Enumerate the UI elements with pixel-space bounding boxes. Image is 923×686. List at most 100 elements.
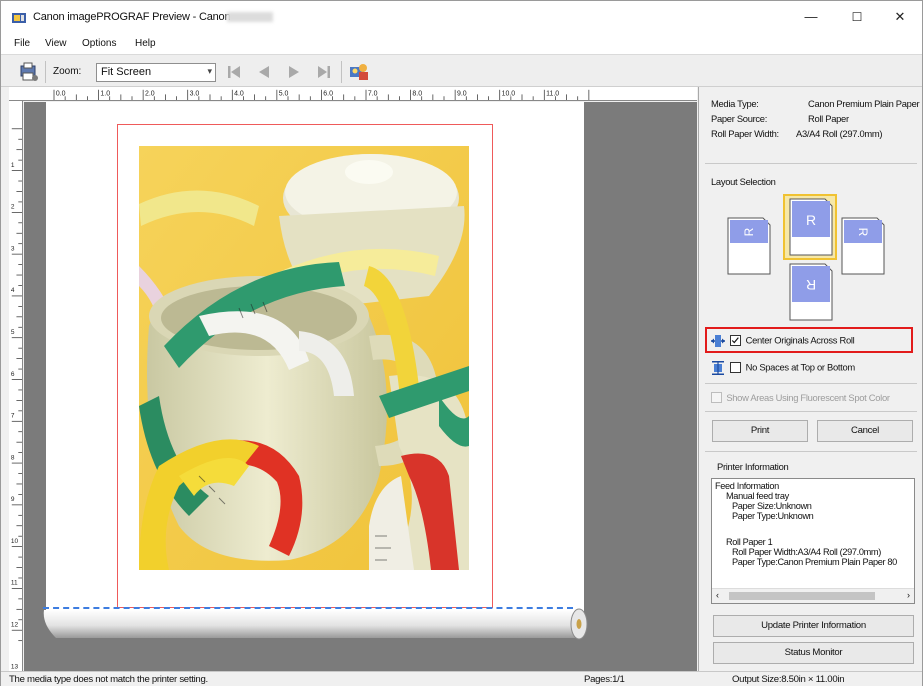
layout-people-icon[interactable]	[349, 62, 371, 82]
center-originals-checkbox[interactable]	[730, 334, 742, 346]
printer-info-line: Paper Size:Unknown	[732, 501, 812, 511]
divider	[705, 383, 917, 384]
first-page-icon[interactable]	[226, 64, 242, 80]
printer-info-line: Paper Type:Canon Premium Plain Paper 80	[732, 557, 897, 567]
printer-settings-icon[interactable]	[19, 62, 39, 82]
ruler-label: 2.0	[145, 90, 155, 97]
zoom-label: Zoom:	[53, 66, 82, 77]
ruler-label: 3	[11, 245, 15, 252]
layout-option-upright[interactable]: R	[789, 198, 833, 256]
menu-options[interactable]: Options	[82, 38, 116, 49]
ruler-label: 4	[11, 287, 15, 294]
center-originals-option[interactable]: Center Originals Across Roll	[711, 334, 855, 348]
no-spaces-option[interactable]: No Spaces at Top or Bottom	[711, 361, 855, 375]
roll-paper-end	[43, 608, 588, 640]
ruler-label: 1.0	[100, 90, 110, 97]
ruler-label: 5	[11, 329, 15, 336]
ruler-label: 7.0	[368, 90, 378, 97]
print-button[interactable]: Print	[712, 420, 808, 442]
next-page-icon[interactable]	[286, 64, 302, 80]
menu-file[interactable]: File	[14, 38, 30, 49]
ruler-label: 9.0	[457, 90, 467, 97]
scroll-left-icon[interactable]: ‹	[716, 590, 719, 600]
svg-text:R: R	[856, 228, 870, 237]
roll-width-row: Roll Paper Width: A3/A4 Roll (297.0mm)	[711, 128, 883, 139]
ruler-label: 3.0	[190, 90, 200, 97]
page-count: Pages:1/1	[584, 674, 625, 685]
divider	[705, 411, 917, 412]
close-button[interactable]: ✕	[880, 1, 920, 33]
layout-option-upside-down[interactable]: R	[789, 263, 833, 321]
ruler-label: 13	[11, 663, 19, 670]
center-originals-label: Center Originals Across Roll	[745, 334, 855, 346]
ruler-label: 0.0	[56, 90, 66, 97]
title-bar: Canon imagePROGRAF Preview - Canon — ☐ ✕	[1, 1, 922, 33]
preview-area[interactable]	[24, 102, 697, 671]
status-monitor-button[interactable]: Status Monitor	[713, 642, 914, 664]
menu-view[interactable]: View	[45, 38, 67, 49]
scrollbar-thumb[interactable]	[729, 592, 875, 600]
fluorescent-label: Show Areas Using Fluorescent Spot Color	[726, 392, 890, 403]
printer-info-line: Feed Information	[715, 481, 779, 491]
preview-image	[139, 146, 469, 570]
printer-info-line: Paper Type:Unknown	[732, 511, 814, 521]
toolbar-separator	[45, 61, 46, 83]
ruler-label: 10	[11, 538, 19, 545]
divider	[705, 451, 917, 452]
roll-width-label: Roll Paper Width:	[711, 128, 779, 139]
output-size: Output Size:8.50in × 11.00in	[732, 674, 845, 685]
ruler-label: 8	[11, 454, 15, 461]
layout-selection-title: Layout Selection	[711, 176, 776, 187]
paper-source-label: Paper Source:	[711, 113, 768, 124]
minimize-button[interactable]: —	[791, 1, 831, 33]
checkmark-icon	[732, 336, 740, 343]
svg-text:R: R	[806, 212, 816, 228]
cancel-button[interactable]: Cancel	[817, 420, 913, 442]
last-page-icon[interactable]	[316, 64, 332, 80]
zoom-value: Fit Screen	[101, 66, 152, 78]
divider	[705, 163, 917, 164]
media-type-value: Canon Premium Plain Paper	[808, 98, 920, 109]
ruler-label: 6	[11, 371, 15, 378]
app-icon	[12, 13, 26, 23]
window-title: Canon imagePROGRAF Preview - Canon	[33, 11, 231, 23]
chevron-down-icon: ▾	[207, 66, 212, 76]
ruler-label: 8.0	[412, 90, 422, 97]
ruler-margin	[1, 87, 9, 671]
layout-option-rotate-left[interactable]: R	[727, 217, 771, 275]
printer-info-line: Manual feed tray	[726, 491, 789, 501]
ruler-label: 11.0	[546, 90, 559, 97]
ruler-label: 10.0	[502, 90, 516, 97]
printer-info-box[interactable]: Feed Information Manual feed tray Paper …	[711, 478, 915, 604]
ruler-label: 6.0	[323, 90, 333, 97]
ruler-label: 2	[11, 204, 15, 211]
vertical-fit-icon	[712, 361, 724, 375]
layout-option-rotate-right[interactable]: R	[841, 217, 885, 275]
toolbar: Zoom: Fit Screen ▾	[1, 54, 922, 87]
ruler-label: 12	[11, 622, 19, 629]
status-bar: The media type does not match the printe…	[1, 671, 922, 686]
roll-width-value: A3/A4 Roll (297.0mm)	[796, 128, 883, 139]
printer-info-line: Roll Paper Width:A3/A4 Roll (297.0mm)	[732, 547, 881, 557]
ruler-label: 7	[11, 413, 15, 420]
svg-text:R: R	[806, 277, 816, 293]
paper-source-row: Paper Source: Roll Paper	[711, 113, 849, 124]
update-printer-info-button[interactable]: Update Printer Information	[713, 615, 914, 637]
maximize-button[interactable]: ☐	[837, 1, 877, 33]
ruler-label: 5.0	[279, 90, 289, 97]
menu-bar: File View Options Help	[1, 33, 922, 54]
redacted-printer-name	[227, 12, 273, 22]
ruler-label: 9	[11, 496, 15, 503]
scroll-right-icon[interactable]: ›	[907, 590, 910, 600]
fluorescent-option: Show Areas Using Fluorescent Spot Color	[711, 392, 890, 404]
horizontal-scrollbar[interactable]: ‹ ›	[712, 588, 914, 603]
svg-text:R: R	[742, 227, 756, 236]
no-spaces-checkbox[interactable]	[730, 361, 742, 373]
paper-source-value: Roll Paper	[808, 113, 849, 124]
zoom-select[interactable]: Fit Screen ▾	[96, 63, 216, 82]
printer-info-title: Printer Information	[717, 461, 789, 472]
horizontal-ruler: 0.0 1.0 2.0 3.0 4.0 5.0 6.0 7.0 8.0 9.0 10.0 11.0	[9, 87, 697, 101]
menu-help[interactable]: Help	[135, 38, 156, 49]
fluorescent-checkbox	[711, 392, 722, 404]
previous-page-icon[interactable]	[256, 64, 272, 80]
